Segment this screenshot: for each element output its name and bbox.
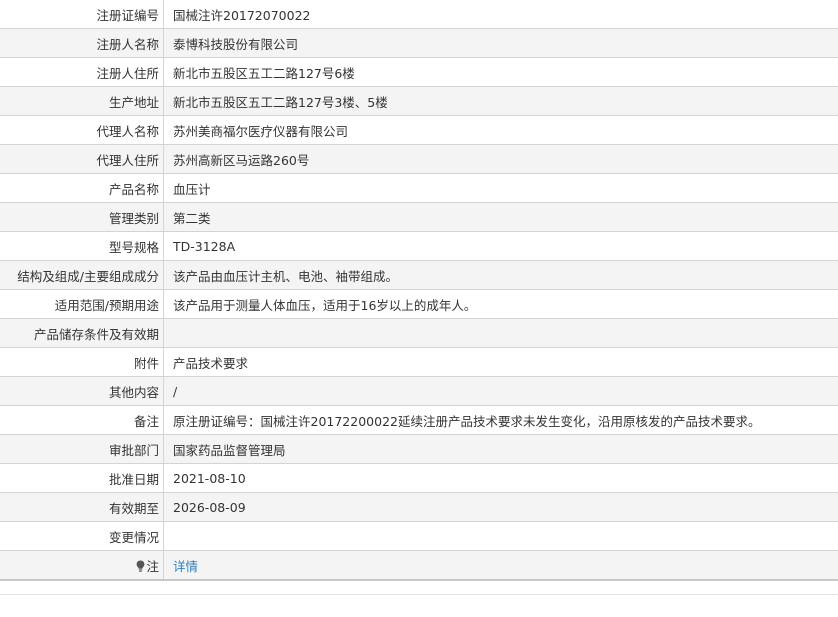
table-row: 附件 产品技术要求 <box>0 347 838 377</box>
row-value-valid-until: 2026-08-09 <box>163 492 838 522</box>
details-link[interactable]: 详情 <box>173 559 198 574</box>
table-row: 型号规格 TD-3128A <box>0 231 838 261</box>
row-value-production-address: 新北市五股区五工二路127号3楼、5楼 <box>163 86 838 116</box>
table-row: 其他内容 / <box>0 376 838 406</box>
note-row: 注 详情 <box>0 550 838 581</box>
table-row: 注册证编号 国械注许20172070022 <box>0 0 838 29</box>
note-label-cell: 注 <box>0 550 164 581</box>
note-value-cell: 详情 <box>163 550 838 581</box>
note-label: 注 <box>146 558 159 574</box>
row-value-approval-department: 国家药品监督管理局 <box>163 434 838 464</box>
row-value-agent-address: 苏州高新区马运路260号 <box>163 144 838 174</box>
row-value-attachment: 产品技术要求 <box>163 347 838 377</box>
table-row: 注册人住所 新北市五股区五工二路127号6楼 <box>0 57 838 87</box>
registration-detail-table: 注册证编号 国械注许20172070022 注册人名称 泰博科技股份有限公司 注… <box>0 0 838 581</box>
row-label-structure-composition: 结构及组成/主要组成成分 <box>0 260 164 290</box>
page-divider <box>0 594 838 595</box>
row-label-registrant-address: 注册人住所 <box>0 57 164 87</box>
table-row: 变更情况 <box>0 521 838 551</box>
row-value-storage-validity <box>163 318 838 348</box>
row-value-registrant-name: 泰博科技股份有限公司 <box>163 28 838 58</box>
table-row: 生产地址 新北市五股区五工二路127号3楼、5楼 <box>0 86 838 116</box>
row-label-other-content: 其他内容 <box>0 376 164 406</box>
row-value-intended-use: 该产品用于测量人体血压，适用于16岁以上的成年人。 <box>163 289 838 319</box>
table-row: 有效期至 2026-08-09 <box>0 492 838 522</box>
row-label-registration-number: 注册证编号 <box>0 0 164 29</box>
row-value-remarks: 原注册证编号：国械注许20172200022延续注册产品技术要求未发生变化，沿用… <box>163 405 838 435</box>
row-label-attachment: 附件 <box>0 347 164 377</box>
row-value-other-content: / <box>163 376 838 406</box>
row-value-approval-date: 2021-08-10 <box>163 463 838 493</box>
row-label-agent-address: 代理人住所 <box>0 144 164 174</box>
row-label-remarks: 备注 <box>0 405 164 435</box>
row-label-valid-until: 有效期至 <box>0 492 164 522</box>
table-row: 代理人住所 苏州高新区马运路260号 <box>0 144 838 174</box>
table-row: 注册人名称 泰博科技股份有限公司 <box>0 28 838 58</box>
table-row: 产品储存条件及有效期 <box>0 318 838 348</box>
row-label-approval-department: 审批部门 <box>0 434 164 464</box>
row-value-agent-name: 苏州美商福尔医疗仪器有限公司 <box>163 115 838 145</box>
row-label-change-status: 变更情况 <box>0 521 164 551</box>
row-label-production-address: 生产地址 <box>0 86 164 116</box>
row-label-management-category: 管理类别 <box>0 202 164 232</box>
row-label-intended-use: 适用范围/预期用途 <box>0 289 164 319</box>
row-value-structure-composition: 该产品由血压计主机、电池、袖带组成。 <box>163 260 838 290</box>
row-label-model-spec: 型号规格 <box>0 231 164 261</box>
row-value-registrant-address: 新北市五股区五工二路127号6楼 <box>163 57 838 87</box>
table-row: 代理人名称 苏州美商福尔医疗仪器有限公司 <box>0 115 838 145</box>
row-label-registrant-name: 注册人名称 <box>0 28 164 58</box>
row-label-approval-date: 批准日期 <box>0 463 164 493</box>
row-label-agent-name: 代理人名称 <box>0 115 164 145</box>
row-value-change-status <box>163 521 838 551</box>
row-value-management-category: 第二类 <box>163 202 838 232</box>
row-label-storage-validity: 产品储存条件及有效期 <box>0 318 164 348</box>
table-row: 备注 原注册证编号：国械注许20172200022延续注册产品技术要求未发生变化… <box>0 405 838 435</box>
table-row: 结构及组成/主要组成成分 该产品由血压计主机、电池、袖带组成。 <box>0 260 838 290</box>
table-row: 管理类别 第二类 <box>0 202 838 232</box>
table-row: 审批部门 国家药品监督管理局 <box>0 434 838 464</box>
row-value-registration-number: 国械注许20172070022 <box>163 0 838 29</box>
row-label-product-name: 产品名称 <box>0 173 164 203</box>
table-row: 适用范围/预期用途 该产品用于测量人体血压，适用于16岁以上的成年人。 <box>0 289 838 319</box>
lightbulb-icon <box>136 560 145 572</box>
row-value-model-spec: TD-3128A <box>163 231 838 261</box>
row-value-product-name: 血压计 <box>163 173 838 203</box>
table-row: 批准日期 2021-08-10 <box>0 463 838 493</box>
table-row: 产品名称 血压计 <box>0 173 838 203</box>
